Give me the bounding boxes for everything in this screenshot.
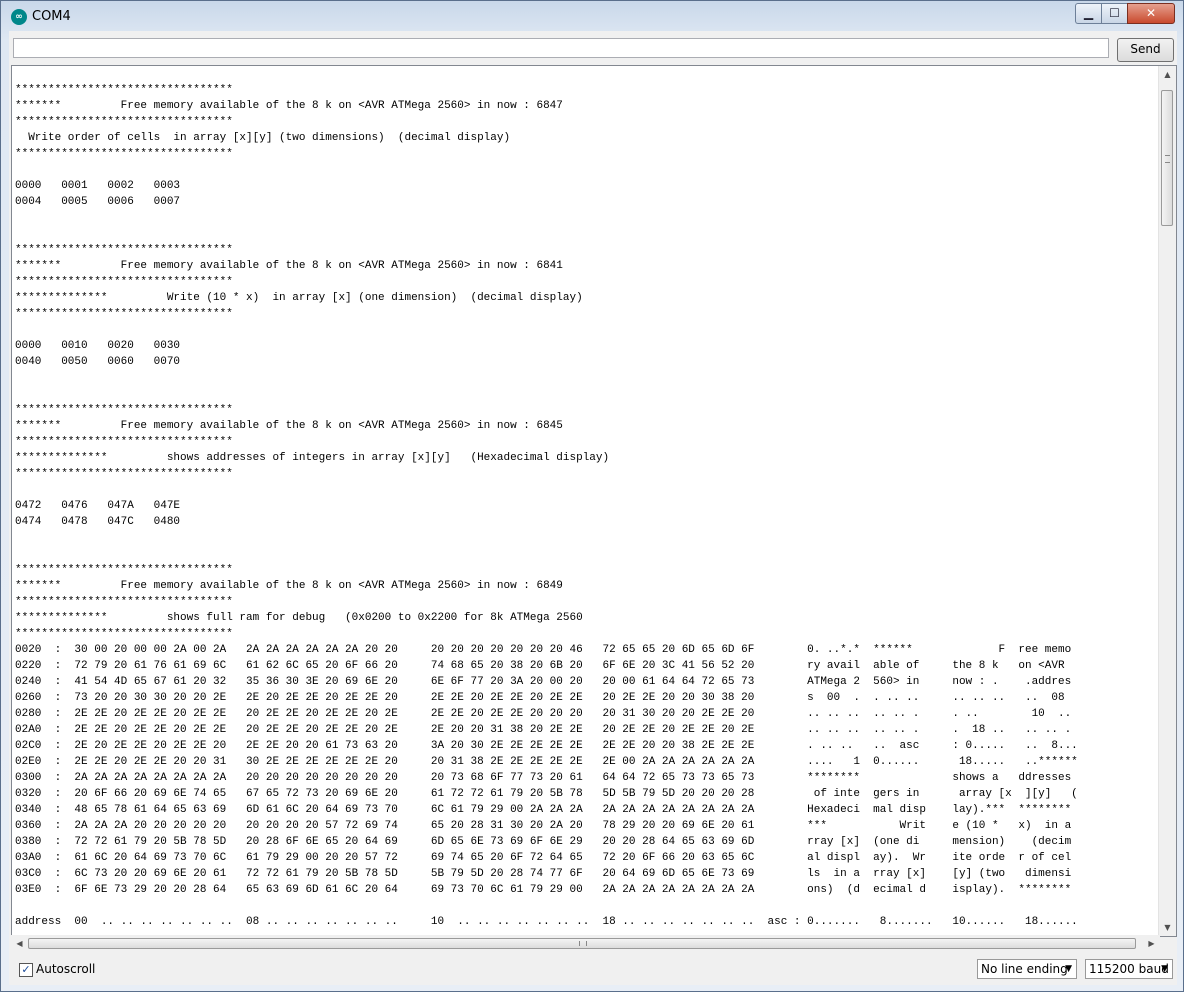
serial-line bbox=[15, 898, 1155, 914]
serial-line: 0300 : 2A 2A 2A 2A 2A 2A 2A 2A 20 20 20 … bbox=[15, 772, 1072, 784]
scroll-right-arrow-icon[interactable]: ▶ bbox=[1143, 935, 1160, 952]
serial-line: address 00 .. .. .. .. .. .. .. 08 .. ..… bbox=[15, 916, 1078, 928]
serial-line: 03E0 : 6F 6E 73 29 20 20 28 64 65 63 69 … bbox=[15, 884, 1072, 896]
vertical-scrollbar[interactable]: ▲ ▼ bbox=[1158, 66, 1176, 936]
serial-line bbox=[15, 386, 1155, 402]
serial-monitor-window: ∞ COM4 ▁ ☐ ✕ Send **********************… bbox=[0, 0, 1184, 992]
grip-icon bbox=[579, 941, 587, 946]
serial-output-text: ********************************* *******… bbox=[15, 82, 1155, 930]
serial-line: 03A0 : 61 6C 20 64 69 73 70 6C 61 79 29 … bbox=[15, 852, 1072, 864]
scroll-left-arrow-icon[interactable]: ◀ bbox=[11, 935, 28, 952]
serial-line: 0000 0010 0020 0030 bbox=[15, 340, 181, 352]
send-input[interactable] bbox=[13, 38, 1109, 58]
serial-line: 0004 0005 0006 0007 bbox=[15, 196, 181, 208]
serial-line: 0240 : 41 54 4D 65 67 61 20 32 35 36 30 … bbox=[15, 676, 1072, 688]
serial-line: 0280 : 2E 2E 20 2E 2E 20 2E 2E 20 2E 2E … bbox=[15, 708, 1072, 720]
serial-line bbox=[15, 482, 1155, 498]
serial-line: ********************************* bbox=[15, 468, 233, 480]
serial-line: 0000 0001 0002 0003 bbox=[15, 180, 181, 192]
serial-line: ********************************* bbox=[15, 116, 233, 128]
autoscroll-label[interactable]: Autoscroll bbox=[36, 962, 95, 976]
maximize-button[interactable]: ☐ bbox=[1101, 3, 1127, 24]
horizontal-scrollbar[interactable]: ◀ ▶ bbox=[11, 935, 1160, 952]
minimize-button[interactable]: ▁ bbox=[1075, 3, 1101, 24]
close-button[interactable]: ✕ bbox=[1127, 3, 1175, 24]
send-row: Send bbox=[9, 31, 1177, 65]
serial-line bbox=[15, 322, 1155, 338]
serial-line: ********************************* bbox=[15, 308, 233, 320]
serial-line: ********************************* bbox=[15, 436, 233, 448]
line-ending-value: No line ending bbox=[981, 962, 1068, 976]
serial-line: 0260 : 73 20 20 30 30 20 20 2E 2E 20 2E … bbox=[15, 692, 1065, 704]
serial-line: 03C0 : 6C 73 20 20 69 6E 20 61 72 72 61 … bbox=[15, 868, 1072, 880]
serial-line: 02E0 : 2E 2E 20 2E 2E 20 20 31 30 2E 2E … bbox=[15, 756, 1078, 768]
serial-line: ********************************* bbox=[15, 564, 233, 576]
serial-line: ******* Free memory available of the 8 k… bbox=[15, 580, 563, 592]
serial-line: 0340 : 48 65 78 61 64 65 63 69 6D 61 6C … bbox=[15, 804, 1072, 816]
serial-line: 0380 : 72 72 61 79 20 5B 78 5D 20 28 6F … bbox=[15, 836, 1072, 848]
serial-line: 02A0 : 2E 2E 20 2E 2E 20 2E 2E 20 2E 2E … bbox=[15, 724, 1072, 736]
serial-line: ********************************* bbox=[15, 148, 233, 160]
baud-rate-dropdown[interactable]: 115200 baud ▼ bbox=[1085, 959, 1173, 979]
serial-line: ******* Free memory available of the 8 k… bbox=[15, 100, 563, 112]
dropdown-arrow-icon: ▼ bbox=[1065, 964, 1072, 974]
serial-line: ********************************* bbox=[15, 244, 233, 256]
serial-line bbox=[15, 162, 1155, 178]
window-controls: ▁ ☐ ✕ bbox=[1075, 3, 1175, 24]
scroll-down-arrow-icon[interactable]: ▼ bbox=[1159, 919, 1176, 936]
serial-line: 0474 0478 047C 0480 bbox=[15, 516, 181, 528]
dropdown-arrow-icon: ▼ bbox=[1161, 964, 1168, 974]
serial-line: ******* Free memory available of the 8 k… bbox=[15, 260, 563, 272]
serial-line bbox=[15, 546, 1155, 562]
serial-line: 0320 : 20 6F 66 20 69 6E 74 65 67 65 72 … bbox=[15, 788, 1078, 800]
serial-line bbox=[15, 370, 1155, 386]
scroll-up-arrow-icon[interactable]: ▲ bbox=[1159, 66, 1176, 83]
serial-line: ********************************* bbox=[15, 404, 233, 416]
title-bar[interactable]: ∞ COM4 ▁ ☐ ✕ bbox=[1, 1, 1183, 31]
serial-line: 02C0 : 2E 20 2E 2E 20 2E 2E 20 2E 2E 20 … bbox=[15, 740, 1078, 752]
arduino-icon: ∞ bbox=[11, 9, 27, 25]
serial-line: ************** Write (10 * x) in array [… bbox=[15, 292, 583, 304]
autoscroll-checkbox[interactable]: ✓ bbox=[19, 963, 33, 977]
grip-icon bbox=[1165, 155, 1170, 163]
line-ending-dropdown[interactable]: No line ending ▼ bbox=[977, 959, 1077, 979]
baud-rate-value: 115200 baud bbox=[1089, 962, 1169, 976]
serial-line: ********************************* bbox=[15, 628, 233, 640]
serial-line bbox=[15, 226, 1155, 242]
serial-line: 0360 : 2A 2A 2A 20 20 20 20 20 20 20 20 … bbox=[15, 820, 1072, 832]
serial-line: ********************************* bbox=[15, 276, 233, 288]
horizontal-scroll-thumb[interactable] bbox=[28, 938, 1136, 949]
serial-line bbox=[15, 210, 1155, 226]
serial-line: ********************************* bbox=[15, 596, 233, 608]
serial-line: 0040 0050 0060 0070 bbox=[15, 356, 181, 368]
serial-line: 0020 : 30 00 20 00 00 2A 00 2A 2A 2A 2A … bbox=[15, 644, 1072, 656]
serial-line: 0472 0476 047A 047E bbox=[15, 500, 181, 512]
serial-line: 0220 : 72 79 20 61 76 61 69 6C 61 62 6C … bbox=[15, 660, 1065, 672]
vertical-scroll-thumb[interactable] bbox=[1161, 90, 1173, 226]
send-button[interactable]: Send bbox=[1117, 38, 1174, 62]
serial-output[interactable]: ********************************* *******… bbox=[11, 65, 1177, 937]
serial-line: ******* Free memory available of the 8 k… bbox=[15, 420, 563, 432]
serial-line: ************** shows addresses of intege… bbox=[15, 452, 610, 464]
client-area: Send ********************************* **… bbox=[9, 31, 1177, 985]
serial-line: ************** shows full ram for debug … bbox=[15, 612, 583, 624]
serial-line bbox=[15, 530, 1155, 546]
serial-line: ********************************* bbox=[15, 84, 233, 96]
bottom-bar: ✓ Autoscroll No line ending ▼ 115200 bau… bbox=[9, 953, 1177, 985]
window-title: COM4 bbox=[32, 9, 71, 24]
serial-line: Write order of cells in array [x][y] (tw… bbox=[15, 132, 511, 144]
